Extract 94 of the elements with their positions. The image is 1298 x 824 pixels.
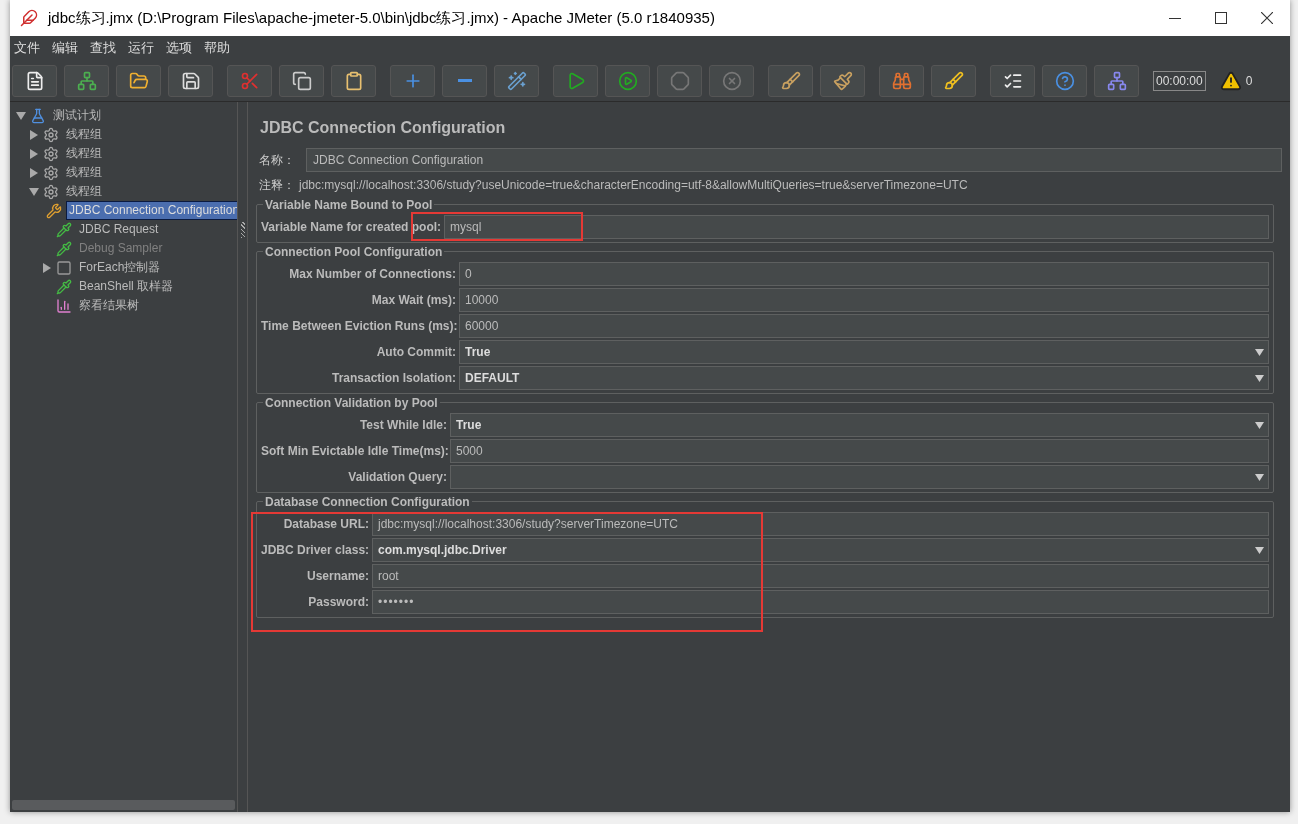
tree-item[interactable]: BeanShell 取样器 — [76, 277, 177, 296]
dropdown-arrow-icon — [1255, 421, 1264, 429]
dropdown-arrow-icon — [1255, 546, 1264, 554]
toolbar-button[interactable] — [116, 64, 161, 97]
window-title: jdbc练习.jmx (D:\Program Files\apache-jmeter-5.0\bin\jdbc练习.jmx) - Apache JMeter (5.0 r1840935) — [48, 7, 715, 28]
square-icon — [56, 259, 72, 276]
text-field[interactable]: root — [372, 564, 1269, 588]
menu-item[interactable]: 选项 — [166, 38, 192, 58]
warning-icon — [1219, 69, 1242, 92]
field-label: Password: — [307, 594, 369, 611]
expanded-arrow-icon[interactable] — [29, 186, 39, 197]
gear-icon — [43, 183, 59, 200]
tree-item[interactable]: 测试计划 — [50, 106, 104, 125]
help-icon — [1054, 70, 1075, 91]
tree-item[interactable]: 线程组 — [63, 182, 105, 201]
save-icon — [180, 70, 201, 91]
menu-item[interactable]: 查找 — [90, 38, 116, 58]
menu-item[interactable]: 文件 — [14, 38, 40, 58]
dropdown-arrow-icon — [1255, 374, 1264, 382]
field-label: Transaction Isolation: — [330, 370, 456, 387]
pipette-icon — [56, 221, 72, 238]
open-folder-icon — [128, 70, 149, 91]
toolbar-button[interactable] — [820, 64, 865, 97]
toolbar-button[interactable] — [990, 64, 1035, 97]
field-label: Max Wait (ms): — [370, 292, 456, 309]
dropdown[interactable]: True — [459, 340, 1269, 364]
toolbar-button[interactable] — [279, 64, 324, 97]
collapsed-arrow-icon[interactable] — [29, 129, 39, 140]
menu-item[interactable]: 运行 — [128, 38, 154, 58]
field-label: Max Number of Connections: — [288, 266, 456, 283]
text-field[interactable]: 5000 — [450, 439, 1269, 463]
panel-title: JDBC Connection Configuration — [260, 118, 507, 138]
wrench-icon — [46, 202, 62, 219]
name-field[interactable]: JDBC Connection Configuration — [306, 148, 1282, 172]
tree-item[interactable]: 线程组 — [63, 144, 105, 163]
field-label: Soft Min Evictable Idle Time(ms): — [261, 443, 447, 460]
pipette-icon — [56, 240, 72, 257]
tree-item[interactable]: ForEach控制器 — [76, 258, 164, 277]
dropdown-arrow-icon — [1255, 348, 1264, 356]
collapsed-arrow-icon[interactable] — [42, 262, 52, 273]
text-field[interactable]: jdbc:mysql://localhost:3306/study?serverTimezone=UTC — [372, 512, 1269, 536]
tree-item[interactable]: 线程组 — [63, 163, 105, 182]
toolbar-button[interactable] — [331, 64, 376, 97]
toolbar-button[interactable] — [768, 64, 813, 97]
collapsed-arrow-icon[interactable] — [29, 148, 39, 159]
text-field[interactable]: 0 — [459, 262, 1269, 286]
field-label: Time Between Eviction Runs (ms): — [261, 318, 456, 335]
pipette-icon — [56, 278, 72, 295]
text-field[interactable]: 10000 — [459, 288, 1269, 312]
maximize-icon — [1215, 12, 1227, 24]
minimize-icon — [1169, 17, 1181, 19]
comment-field[interactable]: jdbc:mysql://localhost:3306/study?useUnicode=true&characterEncoding=utf-8&allowMultiQueries=true&serverTimezone=UTC — [299, 174, 1282, 196]
menu-item[interactable]: 帮助 — [204, 38, 230, 58]
gear-icon — [43, 164, 59, 181]
tree-item[interactable]: JDBC Request — [76, 220, 162, 239]
name-label: 名称： — [258, 152, 296, 169]
tree-item[interactable]: 察看结果树 — [76, 296, 142, 315]
dropdown[interactable]: True — [450, 413, 1269, 437]
field-label: Variable Name for created pool: — [261, 219, 442, 236]
close-icon — [1261, 12, 1273, 24]
menu-item[interactable]: 编辑 — [52, 38, 78, 58]
expanded-arrow-icon[interactable] — [16, 110, 26, 121]
toolbar-button[interactable] — [931, 64, 976, 97]
toolbar-button[interactable] — [64, 64, 109, 97]
flask-icon — [30, 107, 46, 124]
app-icon — [20, 9, 38, 27]
warning-count: 0 — [1245, 72, 1253, 90]
gear-icon — [43, 145, 59, 162]
copy-icon — [291, 70, 312, 91]
field-label: Database URL: — [282, 516, 369, 533]
field-label: Validation Query: — [347, 469, 447, 486]
toolbar-button[interactable] — [168, 64, 213, 97]
cut-icon — [239, 70, 260, 91]
field-label: Username: — [305, 568, 369, 585]
comment-label: 注释： — [258, 177, 295, 194]
field-label: JDBC Driver class: — [261, 542, 369, 559]
dropdown[interactable]: DEFAULT — [459, 366, 1269, 390]
toolbar-button[interactable] — [12, 64, 57, 97]
search-icon — [891, 70, 912, 91]
text-field[interactable]: mysql — [444, 215, 1269, 239]
stop-icon — [669, 70, 690, 91]
text-field[interactable]: 60000 — [459, 314, 1269, 338]
dropdown-arrow-icon — [1255, 473, 1264, 481]
field-label: Test While Idle: — [358, 417, 447, 434]
timer: 00:00:00 — [1153, 70, 1206, 91]
field-label: Auto Commit: — [375, 344, 456, 361]
splitter-handle-icon[interactable] — [240, 222, 245, 238]
gear-icon — [43, 126, 59, 143]
password-field[interactable]: ••••••• — [372, 590, 1269, 614]
chart-icon — [56, 297, 72, 314]
tree-item[interactable]: 线程组 — [63, 125, 105, 144]
scrollbar[interactable] — [12, 800, 235, 810]
dropdown[interactable]: com.mysql.jdbc.Driver — [372, 538, 1269, 562]
collapsed-arrow-icon[interactable] — [29, 167, 39, 178]
